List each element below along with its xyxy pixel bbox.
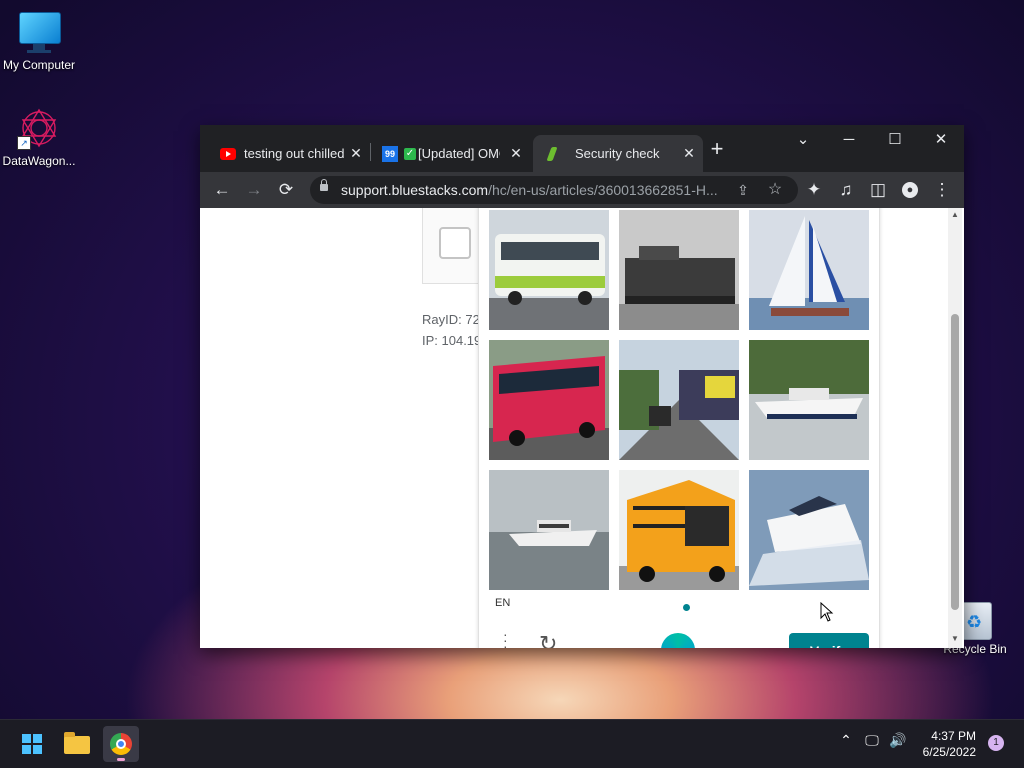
close-window-button[interactable]: ✕	[918, 125, 964, 157]
forward-button[interactable]: →	[242, 178, 266, 202]
captcha-image-sailboat[interactable]	[749, 210, 869, 330]
captcha-image-bus[interactable]	[489, 340, 609, 460]
scroll-down-arrow-icon[interactable]: ▼	[951, 634, 959, 643]
tab-bar: testing out chilled ✕ 99 ✓ [Updated] OMG…	[200, 125, 964, 172]
page-viewport: RayID: 72 IP: 104.19 EN · · · ↻ ▲ ▼	[200, 208, 964, 648]
windows-logo-icon	[22, 734, 42, 754]
check-icon: ✓	[404, 147, 416, 160]
lock-icon[interactable]	[320, 179, 328, 191]
page-scrollbar[interactable]: ▲ ▼	[948, 208, 962, 648]
reload-button[interactable]: ⟳	[274, 178, 298, 202]
captcha-image-bus[interactable]	[489, 210, 609, 330]
maximize-button[interactable]: ☐	[872, 125, 918, 157]
hcaptcha-logo-icon[interactable]	[661, 633, 695, 648]
taskbar: ⌃ 🖵 🔊 4:37 PM 6/25/2022 1	[0, 719, 1024, 768]
bluestacks-leaf-icon	[545, 147, 559, 161]
tab-updated-omg[interactable]: 99 ✓ [Updated] OMG ✕	[376, 135, 530, 172]
mouse-cursor-icon	[820, 602, 834, 622]
tab-youtube[interactable]: testing out chilled ✕	[214, 135, 370, 172]
bookmark-star-icon[interactable]: ☆	[764, 179, 786, 201]
browser-window: testing out chilled ✕ 99 ✓ [Updated] OMG…	[200, 125, 964, 648]
desktop-icon-datawagon[interactable]: ↗ DataWagon...	[0, 106, 79, 168]
chrome-menu-icon[interactable]: ⋮	[930, 178, 954, 202]
url-text[interactable]: support.bluestacks.com/hc/en-us/articles…	[341, 182, 721, 198]
captcha-image-motorboat[interactable]	[749, 340, 869, 460]
file-explorer-button[interactable]	[59, 726, 95, 762]
media-control-icon[interactable]: ♫	[834, 178, 858, 202]
back-button[interactable]: ←	[210, 178, 234, 202]
folder-icon	[64, 732, 90, 754]
network-icon[interactable]: 🖵	[862, 732, 882, 749]
profile-avatar-icon[interactable]: ●	[902, 182, 918, 198]
captcha-checkbox[interactable]	[439, 227, 471, 259]
tab-search-button[interactable]: ⌄	[780, 125, 826, 157]
side-panel-icon[interactable]: ◫	[866, 178, 890, 202]
99-icon: 99	[382, 145, 398, 162]
browser-toolbar: ← → ⟳ support.bluestacks.com/hc/en-us/ar…	[200, 172, 964, 208]
captcha-image-train[interactable]	[619, 340, 739, 460]
monitor-icon	[17, 10, 61, 54]
tab-title: [Updated] OMG	[418, 146, 500, 161]
captcha-image-bus[interactable]	[619, 470, 739, 590]
more-options-icon[interactable]: · · ·	[503, 627, 509, 648]
scroll-thumb[interactable]	[951, 314, 959, 610]
desktop-icon-label: DataWagon...	[2, 154, 76, 168]
image-grid	[489, 210, 869, 590]
shortcut-arrow-icon: ↗	[17, 136, 31, 150]
minimize-button[interactable]: ─	[826, 125, 872, 157]
chrome-taskbar-button[interactable]	[103, 726, 139, 762]
ip-text: IP: 104.19	[422, 333, 478, 348]
datawagon-logo-icon: ↗	[17, 106, 61, 150]
language-selector[interactable]: EN	[495, 597, 510, 609]
scroll-up-arrow-icon[interactable]: ▲	[951, 210, 959, 219]
clock-time: 4:37 PM	[931, 729, 976, 743]
share-icon[interactable]: ⇪	[732, 179, 754, 201]
tab-title: Security check	[575, 146, 660, 161]
extensions-icon[interactable]: ✦	[802, 178, 826, 202]
close-tab-icon[interactable]: ✕	[348, 145, 364, 161]
clock[interactable]: 4:37 PM 6/25/2022	[914, 728, 976, 760]
desktop-icon-my-computer[interactable]: My Computer	[0, 10, 79, 72]
youtube-icon	[220, 147, 236, 160]
captcha-image-train[interactable]	[619, 210, 739, 330]
notification-badge[interactable]: 1	[988, 735, 1004, 751]
tab-security-check[interactable]: Security check ✕	[533, 135, 703, 172]
page-indicator-dot	[683, 604, 690, 611]
chrome-icon	[110, 733, 132, 755]
captcha-image-motorboat[interactable]	[749, 470, 869, 590]
new-tab-button[interactable]: +	[706, 138, 728, 161]
close-tab-icon[interactable]: ✕	[508, 145, 524, 161]
verify-button[interactable]: Verify	[789, 633, 869, 648]
ray-id-text: RayID: 72	[422, 312, 478, 327]
refresh-challenge-icon[interactable]: ↻	[539, 631, 557, 648]
desktop-icon-label: My Computer	[2, 58, 76, 72]
start-button[interactable]	[14, 726, 50, 762]
show-hidden-icons-chevron-icon[interactable]: ⌃	[836, 732, 856, 749]
tab-title: testing out chilled	[244, 146, 344, 161]
hcaptcha-challenge: EN ··· ↻ Verify	[478, 208, 880, 648]
close-tab-icon[interactable]: ✕	[681, 145, 697, 161]
captcha-image-yacht[interactable]	[489, 470, 609, 590]
clock-date: 6/25/2022	[922, 745, 976, 759]
address-bar[interactable]: support.bluestacks.com/hc/en-us/articles…	[310, 176, 798, 204]
running-indicator	[117, 758, 125, 761]
volume-icon[interactable]: 🔊	[888, 732, 908, 749]
